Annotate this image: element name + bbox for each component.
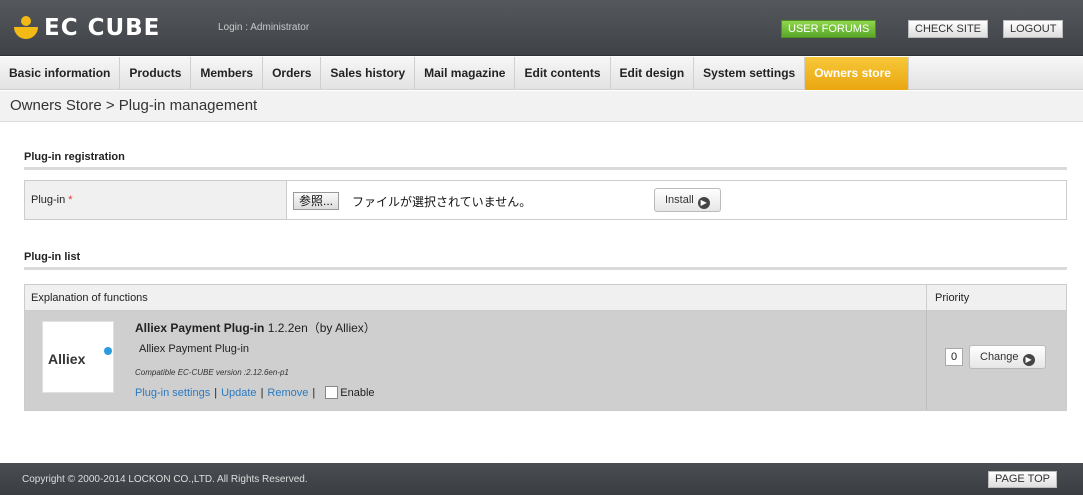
arrow-right-icon: ▶: [697, 197, 710, 209]
plugin-logo: Alliex: [42, 321, 114, 393]
user-forums-button[interactable]: USER FORUMS: [781, 20, 877, 38]
nav-system-settings[interactable]: System settings: [694, 57, 806, 90]
change-label: Change: [980, 351, 1019, 363]
plugin-logo-text: Alliex: [48, 351, 86, 367]
file-browse-button[interactable]: 参照...: [293, 192, 340, 210]
breadcrumb: Owners Store > Plug-in management: [10, 97, 258, 114]
column-priority: Priority: [926, 285, 1067, 311]
plugin-field-label: Plug-in *: [25, 181, 287, 219]
top-header: EC CUBE Login : Administrator USER FORUM…: [0, 0, 1083, 56]
page-top-button[interactable]: PAGE TOP: [988, 471, 1058, 488]
separator: |: [214, 386, 218, 399]
enable-label: Enable: [340, 386, 375, 399]
footer: Copyright © 2000-2014 LOCKON CO.,LTD. Al…: [0, 463, 1083, 495]
priority-input[interactable]: 0: [945, 348, 963, 366]
plugin-name: Alliex Payment Plug-in: [135, 321, 265, 335]
nav-sales-history[interactable]: Sales history: [321, 57, 416, 90]
registration-form: Plug-in * 参照... ファイルが選択されていません。 Install ▶: [24, 180, 1067, 220]
page: EC CUBE Login : Administrator USER FORUM…: [0, 0, 1083, 495]
file-status-text: ファイルが選択されていません。: [352, 195, 532, 209]
plugin-description: Alliex Payment Plug-in: [139, 343, 250, 355]
plugin-version: 1.2.2en（by Alliex）: [267, 321, 376, 335]
login-info: Login : Administrator: [218, 22, 310, 33]
priority-cell: 0 Change ▶: [926, 311, 1067, 410]
nav-owners-store[interactable]: Owners store: [805, 57, 910, 90]
plugin-settings-link[interactable]: Plug-in settings: [135, 387, 210, 399]
separator: |: [260, 386, 264, 399]
remove-link[interactable]: Remove: [267, 387, 308, 399]
plugin-actions: Plug-in settings | Update | Remove | Ena…: [135, 386, 375, 399]
copyright-text: Copyright © 2000-2014 LOCKON CO.,LTD. Al…: [22, 474, 308, 485]
nav-basic-information[interactable]: Basic information: [0, 57, 121, 90]
nav-mail-magazine[interactable]: Mail magazine: [415, 57, 516, 90]
nav-edit-contents[interactable]: Edit contents: [515, 57, 611, 90]
install-label: Install: [665, 194, 694, 206]
check-site-button[interactable]: CHECK SITE: [908, 20, 989, 38]
required-mark: *: [68, 194, 73, 206]
update-link[interactable]: Update: [221, 387, 256, 399]
divider: [24, 167, 1067, 170]
enable-checkbox[interactable]: [325, 386, 339, 399]
plugin-table: Explanation of functions Priority Alliex…: [24, 284, 1067, 411]
nav-products[interactable]: Products: [120, 57, 192, 90]
install-button[interactable]: Install ▶: [654, 188, 721, 212]
logout-button[interactable]: LOGOUT: [1003, 20, 1064, 38]
nav-edit-design[interactable]: Edit design: [611, 57, 695, 90]
nav-members[interactable]: Members: [191, 57, 264, 90]
site-logo[interactable]: EC CUBE: [14, 15, 160, 41]
table-header: Explanation of functions Priority: [25, 285, 1066, 311]
plugin-label-text: Plug-in: [31, 194, 66, 206]
plugin-list-title: Plug-in list: [24, 251, 81, 263]
plugin-compatibility: Compatible EC-CUBE version :2.12.6en-p1: [135, 368, 289, 377]
table-row: Alliex Alliex Payment Plug-in 1.2.2en（by…: [25, 311, 1066, 410]
logo-dot-icon: [104, 347, 112, 355]
plugin-name-line: Alliex Payment Plug-in 1.2.2en（by Alliex…: [135, 319, 376, 336]
nav-orders[interactable]: Orders: [263, 57, 322, 90]
column-explanation: Explanation of functions: [31, 292, 148, 304]
logo-icon: [14, 16, 38, 40]
main-nav: Basic information Products Members Order…: [0, 57, 1083, 90]
change-priority-button[interactable]: Change ▶: [969, 345, 1046, 369]
arrow-right-icon: ▶: [1022, 354, 1035, 366]
registration-title: Plug-in registration: [24, 151, 125, 163]
separator: |: [312, 386, 316, 399]
logo-text: EC CUBE: [44, 15, 161, 41]
divider: [24, 267, 1067, 270]
breadcrumb-bar: Owners Store > Plug-in management: [0, 91, 1083, 122]
